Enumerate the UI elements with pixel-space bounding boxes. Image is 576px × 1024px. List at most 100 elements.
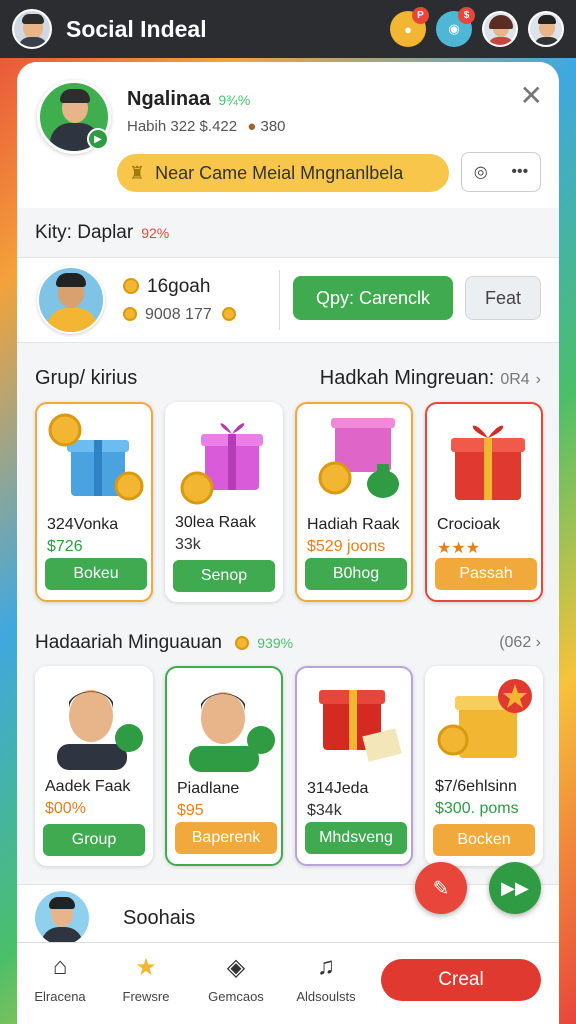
referral-avatar[interactable] <box>37 266 105 334</box>
nav-home[interactable]: ⌂ Elracena <box>17 953 103 1004</box>
nav-games[interactable]: ◈ Gemcaos <box>193 953 279 1004</box>
app-title: Social Indeal <box>66 15 207 42</box>
referral-balance: 9008 177 <box>123 306 244 324</box>
gift-box-icon <box>437 679 532 758</box>
tile-action-button[interactable]: Group <box>43 824 145 856</box>
social-row[interactable]: Soohais <box>17 884 559 945</box>
more-icon: ••• <box>511 163 529 180</box>
coins-badge: P <box>412 7 429 24</box>
group-section-title: Grup/ kirius <box>35 367 138 389</box>
friend-avatar-1[interactable] <box>482 11 518 47</box>
profile-meta-text: Habih 322 $.422 <box>127 118 238 135</box>
wallet-icon: ◉ <box>448 21 460 36</box>
tile-value: $529 joons <box>307 538 386 555</box>
reward-tile-4[interactable]: Crocioak ★★★ Passah <box>425 402 543 602</box>
profile-rank-badge: 9¾% <box>218 92 251 108</box>
main-card: ▶ Ngalinaa 9¾% Habih 322 $.422 ● 380 ✕ ♜ … <box>17 62 559 1024</box>
rewards-section-title[interactable]: Hadkah Mingreuan: 0R4 › <box>320 367 541 390</box>
gift-box-icon <box>451 425 525 500</box>
referral-balance-text: 9008 177 <box>145 306 212 323</box>
banner-text: Near Came Meial Mngnanlbela <box>155 162 404 183</box>
home-icon: ⌂ <box>52 953 68 980</box>
coins-button[interactable]: ● P <box>390 7 429 47</box>
tile-action-button[interactable]: Baperenk <box>175 822 277 854</box>
tile-name: 30lea Raak <box>175 514 256 531</box>
tile-action-button[interactable]: Senop <box>173 560 275 592</box>
weekly-more-link[interactable]: (062 › <box>499 634 541 652</box>
profile-meta-extra: 380 <box>260 118 286 135</box>
weekly-rewards-title: Hadaariah Minguauan 939% <box>35 632 293 654</box>
gift-box-icon <box>180 423 263 505</box>
profile-options-button[interactable]: ◎ ••• <box>461 152 541 192</box>
gift-box-icon <box>318 418 399 498</box>
tile-value: $95 <box>177 802 204 819</box>
rewards-title-text: Hadkah Mingreuan: <box>319 367 495 389</box>
person-avatar <box>57 690 143 770</box>
nav-label: Aldsoulsts <box>296 989 356 1004</box>
weekly-title-text: Hadaariah Minguauan <box>35 632 222 653</box>
wallet-button[interactable]: ◉ $ <box>436 7 475 47</box>
tile-name: Piadlane <box>177 780 240 797</box>
coin-icon <box>123 278 139 294</box>
social-label: Soohais <box>123 907 196 929</box>
games-icon: ◈ <box>226 954 246 981</box>
reward-tile-1[interactable]: 324Vonka $726 Bokeu <box>35 402 153 602</box>
reward-tile-2[interactable]: 30lea Raak 33k Senop <box>165 402 283 602</box>
coin-icon <box>222 307 237 321</box>
rating-stars: ★★★ <box>437 540 481 557</box>
nav-label: Elracena <box>34 989 86 1004</box>
weekly-count: (062 <box>499 634 532 651</box>
profile-meta: Habih 322 $.422 ● 380 <box>127 118 286 135</box>
profile-name-text: Ngalinaa <box>127 88 211 110</box>
tile-action-button[interactable]: Mhdsveng <box>305 822 407 854</box>
reward-tile-3[interactable]: Hadiah Raak $529 joons B0hog <box>295 402 413 602</box>
tile-value: $300. poms <box>435 800 519 817</box>
create-button[interactable]: Creal <box>381 959 541 1001</box>
tile-action-button[interactable]: Passah <box>435 558 537 590</box>
mic-icon: ♫ <box>317 953 335 980</box>
tile-name: Hadiah Raak <box>307 516 400 533</box>
rewards-count: 0R4 <box>500 371 530 388</box>
edit-fab[interactable]: ✎ <box>415 862 467 914</box>
tile-value: $34k <box>307 802 342 819</box>
reward-tile-6[interactable]: $7/6ehlsinn $300. poms Bocken <box>425 666 543 866</box>
profile-panel: ▶ Ngalinaa 9¾% Habih 322 $.422 ● 380 ✕ ♜ … <box>17 62 559 208</box>
pencil-icon: ✎ <box>432 877 450 900</box>
kity-pct: 92% <box>141 225 170 241</box>
tile-name: 324Vonka <box>47 516 119 533</box>
bottom-nav: ⌂ Elracena ★ Frewsre ◈ Gemcaos ♫ Aldsoul… <box>17 942 559 1024</box>
gift-box-icon <box>319 690 402 762</box>
nav-label: Frewsre <box>122 989 170 1004</box>
play-icon[interactable]: ▶ <box>87 128 109 150</box>
referral-code: 16goah <box>123 276 210 298</box>
tile-action-button[interactable]: Bocken <box>433 824 535 856</box>
app-avatar[interactable] <box>12 9 52 49</box>
tile-value: $00% <box>45 800 86 817</box>
fast-forward-icon: ▶▶ <box>501 877 529 898</box>
nav-rewards[interactable]: ★ Frewsre <box>103 953 189 1004</box>
friend-tile-2[interactable]: Piadlane $95 Baperenk <box>165 666 283 866</box>
tile-value: $726 <box>47 538 83 555</box>
nav-audio[interactable]: ♫ Aldsoulsts <box>283 953 369 1004</box>
near-game-banner[interactable]: ♜ Near Came Meial Mngnanlbela <box>117 154 449 192</box>
kity-header: Kity: Daplar 92% <box>35 222 169 244</box>
copy-code-button[interactable]: Qpy: Carenclk <box>293 276 453 320</box>
tile-action-button[interactable]: Bokeu <box>45 558 147 590</box>
weekly-pct: 939% <box>257 635 294 651</box>
tile-name: Crocioak <box>437 516 501 533</box>
tile-action-button[interactable]: B0hog <box>305 558 407 590</box>
feat-button[interactable]: Feat <box>465 276 541 320</box>
friend-avatar-2[interactable] <box>528 11 564 47</box>
reward-tile-5[interactable]: 314Jeda $34k Mhdsveng <box>295 666 413 866</box>
tile-name: 314Jeda <box>307 780 369 797</box>
medal-icon: ● <box>247 118 257 135</box>
friend-tile-1[interactable]: Aadek Faak $00% Group <box>35 666 153 866</box>
close-icon[interactable]: ✕ <box>520 82 543 110</box>
social-avatar[interactable] <box>35 891 89 945</box>
fast-forward-fab[interactable]: ▶▶ <box>489 862 541 914</box>
chevron-right-icon: › <box>535 371 541 388</box>
coin-icon <box>123 307 137 321</box>
profile-name: Ngalinaa 9¾% <box>127 88 250 111</box>
person-avatar <box>189 692 275 772</box>
coin-icon <box>235 636 250 650</box>
